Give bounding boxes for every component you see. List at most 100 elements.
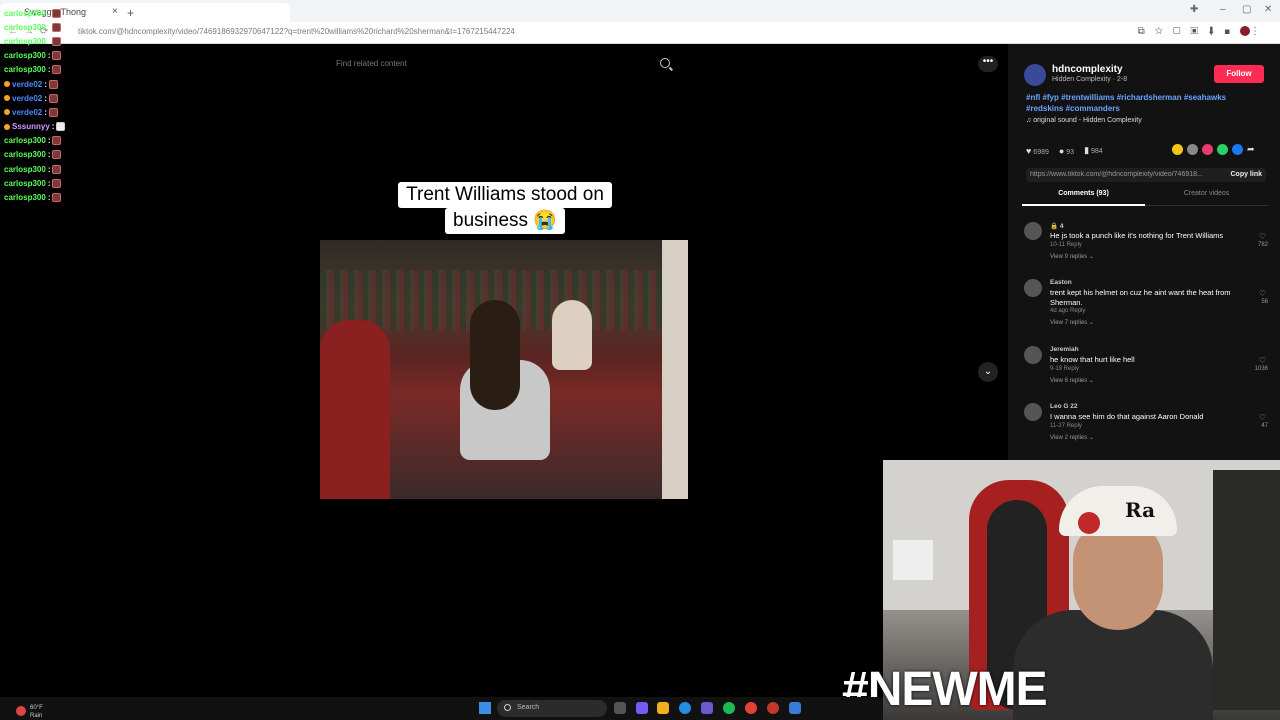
facebook-icon[interactable] (1232, 144, 1243, 155)
file-explorer-icon[interactable] (657, 702, 669, 714)
commenter-name[interactable]: Easton (1050, 279, 1072, 286)
minimize-icon[interactable]: – (1220, 4, 1226, 15)
chat-username[interactable]: verde02 (12, 80, 42, 89)
video-link[interactable]: https://www.tiktok.com/@hdncomplexity/vi… (1030, 171, 1220, 178)
app-icon[interactable] (767, 702, 779, 714)
comment-meta[interactable]: 9-19 Reply (1050, 366, 1079, 372)
chat-username[interactable]: carlosp300 (4, 179, 46, 188)
follow-button[interactable]: Follow (1214, 65, 1264, 83)
like-stat[interactable]: ♥ 6989 (1026, 146, 1049, 156)
comment-like-count: 47 (1261, 423, 1268, 429)
chat-username[interactable]: Sssunnyy (12, 122, 50, 131)
more-options-button[interactable]: ••• (978, 56, 998, 72)
app-icon[interactable] (789, 702, 801, 714)
commenter-avatar[interactable] (1024, 279, 1042, 297)
taskbar-search[interactable]: Search (497, 700, 607, 717)
video-caption: Trent Williams stood on business 😭 (379, 182, 631, 239)
view-replies-link[interactable]: View 2 replies ⌄ (1050, 434, 1094, 441)
search-bar[interactable]: Find related content (326, 54, 678, 76)
sound-link[interactable]: ♫ original sound - Hidden Complexity (1026, 117, 1142, 124)
video-details-panel: hdncomplexity Hidden Complexity · 2-8 Fo… (1008, 44, 1280, 460)
chat-username[interactable]: carlosp300 (4, 9, 46, 18)
close-window-icon[interactable]: ✕ (1264, 4, 1272, 15)
caption-line-2: business 😭 (445, 208, 565, 234)
start-icon[interactable] (479, 702, 491, 714)
commenter-avatar[interactable] (1024, 222, 1042, 240)
view-replies-link[interactable]: View 7 replies ⌄ (1050, 319, 1094, 326)
commenter-name[interactable]: 🔒 4 (1050, 222, 1064, 230)
comment-item: Leo G 22 I wanna see him do that against … (1022, 403, 1268, 459)
chat-username[interactable]: carlosp300 (4, 165, 46, 174)
chat-username[interactable]: verde02 (12, 108, 42, 117)
chat-username[interactable]: carlosp300 (4, 37, 46, 46)
chat-message: verde02: (0, 105, 100, 119)
task-view-icon[interactable] (614, 702, 626, 714)
share-icon[interactable] (1172, 144, 1183, 155)
chat-separator: : (47, 36, 51, 46)
extension-plus-icon[interactable]: ✚ (1190, 4, 1198, 15)
chat-username[interactable]: carlosp300 (4, 51, 46, 60)
tab-close-icon[interactable]: × (112, 6, 118, 17)
url-field[interactable]: tiktok.com/@hdncomplexity/video/74691869… (78, 27, 978, 36)
tab-comments[interactable]: Comments (93) (1022, 190, 1145, 206)
commenter-avatar[interactable] (1024, 346, 1042, 364)
new-tab-button[interactable]: + (127, 6, 134, 20)
chat-username[interactable]: carlosp300 (4, 65, 46, 74)
heart-icon[interactable]: ♡ (1259, 356, 1266, 365)
chevron-down-icon[interactable]: ⌄ (978, 362, 998, 382)
app-icon[interactable] (636, 702, 648, 714)
comment-meta[interactable]: 10-11 Reply (1050, 242, 1082, 248)
chat-username[interactable]: carlosp300 (4, 23, 46, 32)
chat-message: carlosp300: (0, 190, 100, 204)
search-input[interactable]: Find related content (336, 59, 407, 68)
share-icon[interactable] (1202, 144, 1213, 155)
copy-link-button[interactable]: Copy link (1230, 171, 1262, 178)
chat-username[interactable]: carlosp300 (4, 136, 46, 145)
heart-icon[interactable]: ♡ (1259, 289, 1266, 298)
edge-icon[interactable] (679, 702, 691, 714)
player-dreadlocks (470, 300, 520, 410)
comment-item: 🔒 4 He js took a punch like it's nothing … (1022, 222, 1268, 278)
tab-creator-videos[interactable]: Creator videos (1145, 190, 1268, 197)
chat-message: carlosp300: (0, 134, 100, 148)
comment-stat[interactable]: ● 93 (1059, 146, 1074, 156)
chat-message: carlosp300: (0, 20, 100, 34)
chat-username[interactable]: carlosp300 (4, 150, 46, 159)
view-replies-link[interactable]: View 9 replies ⌄ (1050, 253, 1094, 260)
hashtags[interactable]: #nfl #fyp #trentwilliams #richardsherman… (1026, 92, 1256, 114)
chat-separator: : (47, 65, 51, 75)
discord-icon[interactable] (701, 702, 713, 714)
video-player[interactable] (320, 240, 688, 499)
chat-username[interactable]: carlosp300 (4, 193, 46, 202)
share-arrow-icon[interactable]: ➦ (1247, 144, 1255, 155)
commenter-name[interactable]: Jeremiah (1050, 346, 1079, 353)
browser-toolbar[interactable]: ⧉☆▢▣⬇◼ ⋮ (1138, 26, 1270, 37)
chat-emote-icon (56, 122, 66, 132)
heart-icon[interactable]: ♡ (1259, 232, 1266, 241)
commenter-name[interactable]: Leo G 22 (1050, 403, 1077, 410)
chrome-icon[interactable] (745, 702, 757, 714)
chat-username[interactable]: verde02 (12, 94, 42, 103)
chat-emote-icon (48, 107, 58, 117)
view-replies-link[interactable]: View 6 replies ⌄ (1050, 377, 1094, 384)
comment-meta[interactable]: 4d ago Reply (1050, 308, 1085, 314)
chat-message: carlosp300: (0, 148, 100, 162)
spotify-icon[interactable] (723, 702, 735, 714)
chat-emote-icon (52, 36, 62, 46)
search-icon[interactable] (660, 58, 670, 68)
author-name[interactable]: hdncomplexity (1052, 64, 1123, 75)
comment-meta[interactable]: 11-27 Reply (1050, 423, 1082, 429)
chat-emote-icon (52, 65, 62, 75)
chat-message: carlosp300: (0, 63, 100, 77)
maximize-icon[interactable]: ▢ (1242, 4, 1251, 15)
whatsapp-icon[interactable] (1217, 144, 1228, 155)
commenter-avatar[interactable] (1024, 403, 1042, 421)
heart-icon[interactable]: ♡ (1259, 413, 1266, 422)
stats-row: ♥ 6989 ● 93 ▮ 984 (1026, 145, 1103, 156)
author-avatar[interactable] (1024, 64, 1046, 86)
panel-tabs: Comments (93) Creator videos (1022, 190, 1268, 206)
share-icon[interactable] (1187, 144, 1198, 155)
profile-avatar[interactable] (1240, 26, 1250, 37)
save-stat[interactable]: ▮ 984 (1084, 145, 1103, 156)
chat-overlay: carlosp300: carlosp300: carlosp300: carlosp… (0, 6, 100, 205)
